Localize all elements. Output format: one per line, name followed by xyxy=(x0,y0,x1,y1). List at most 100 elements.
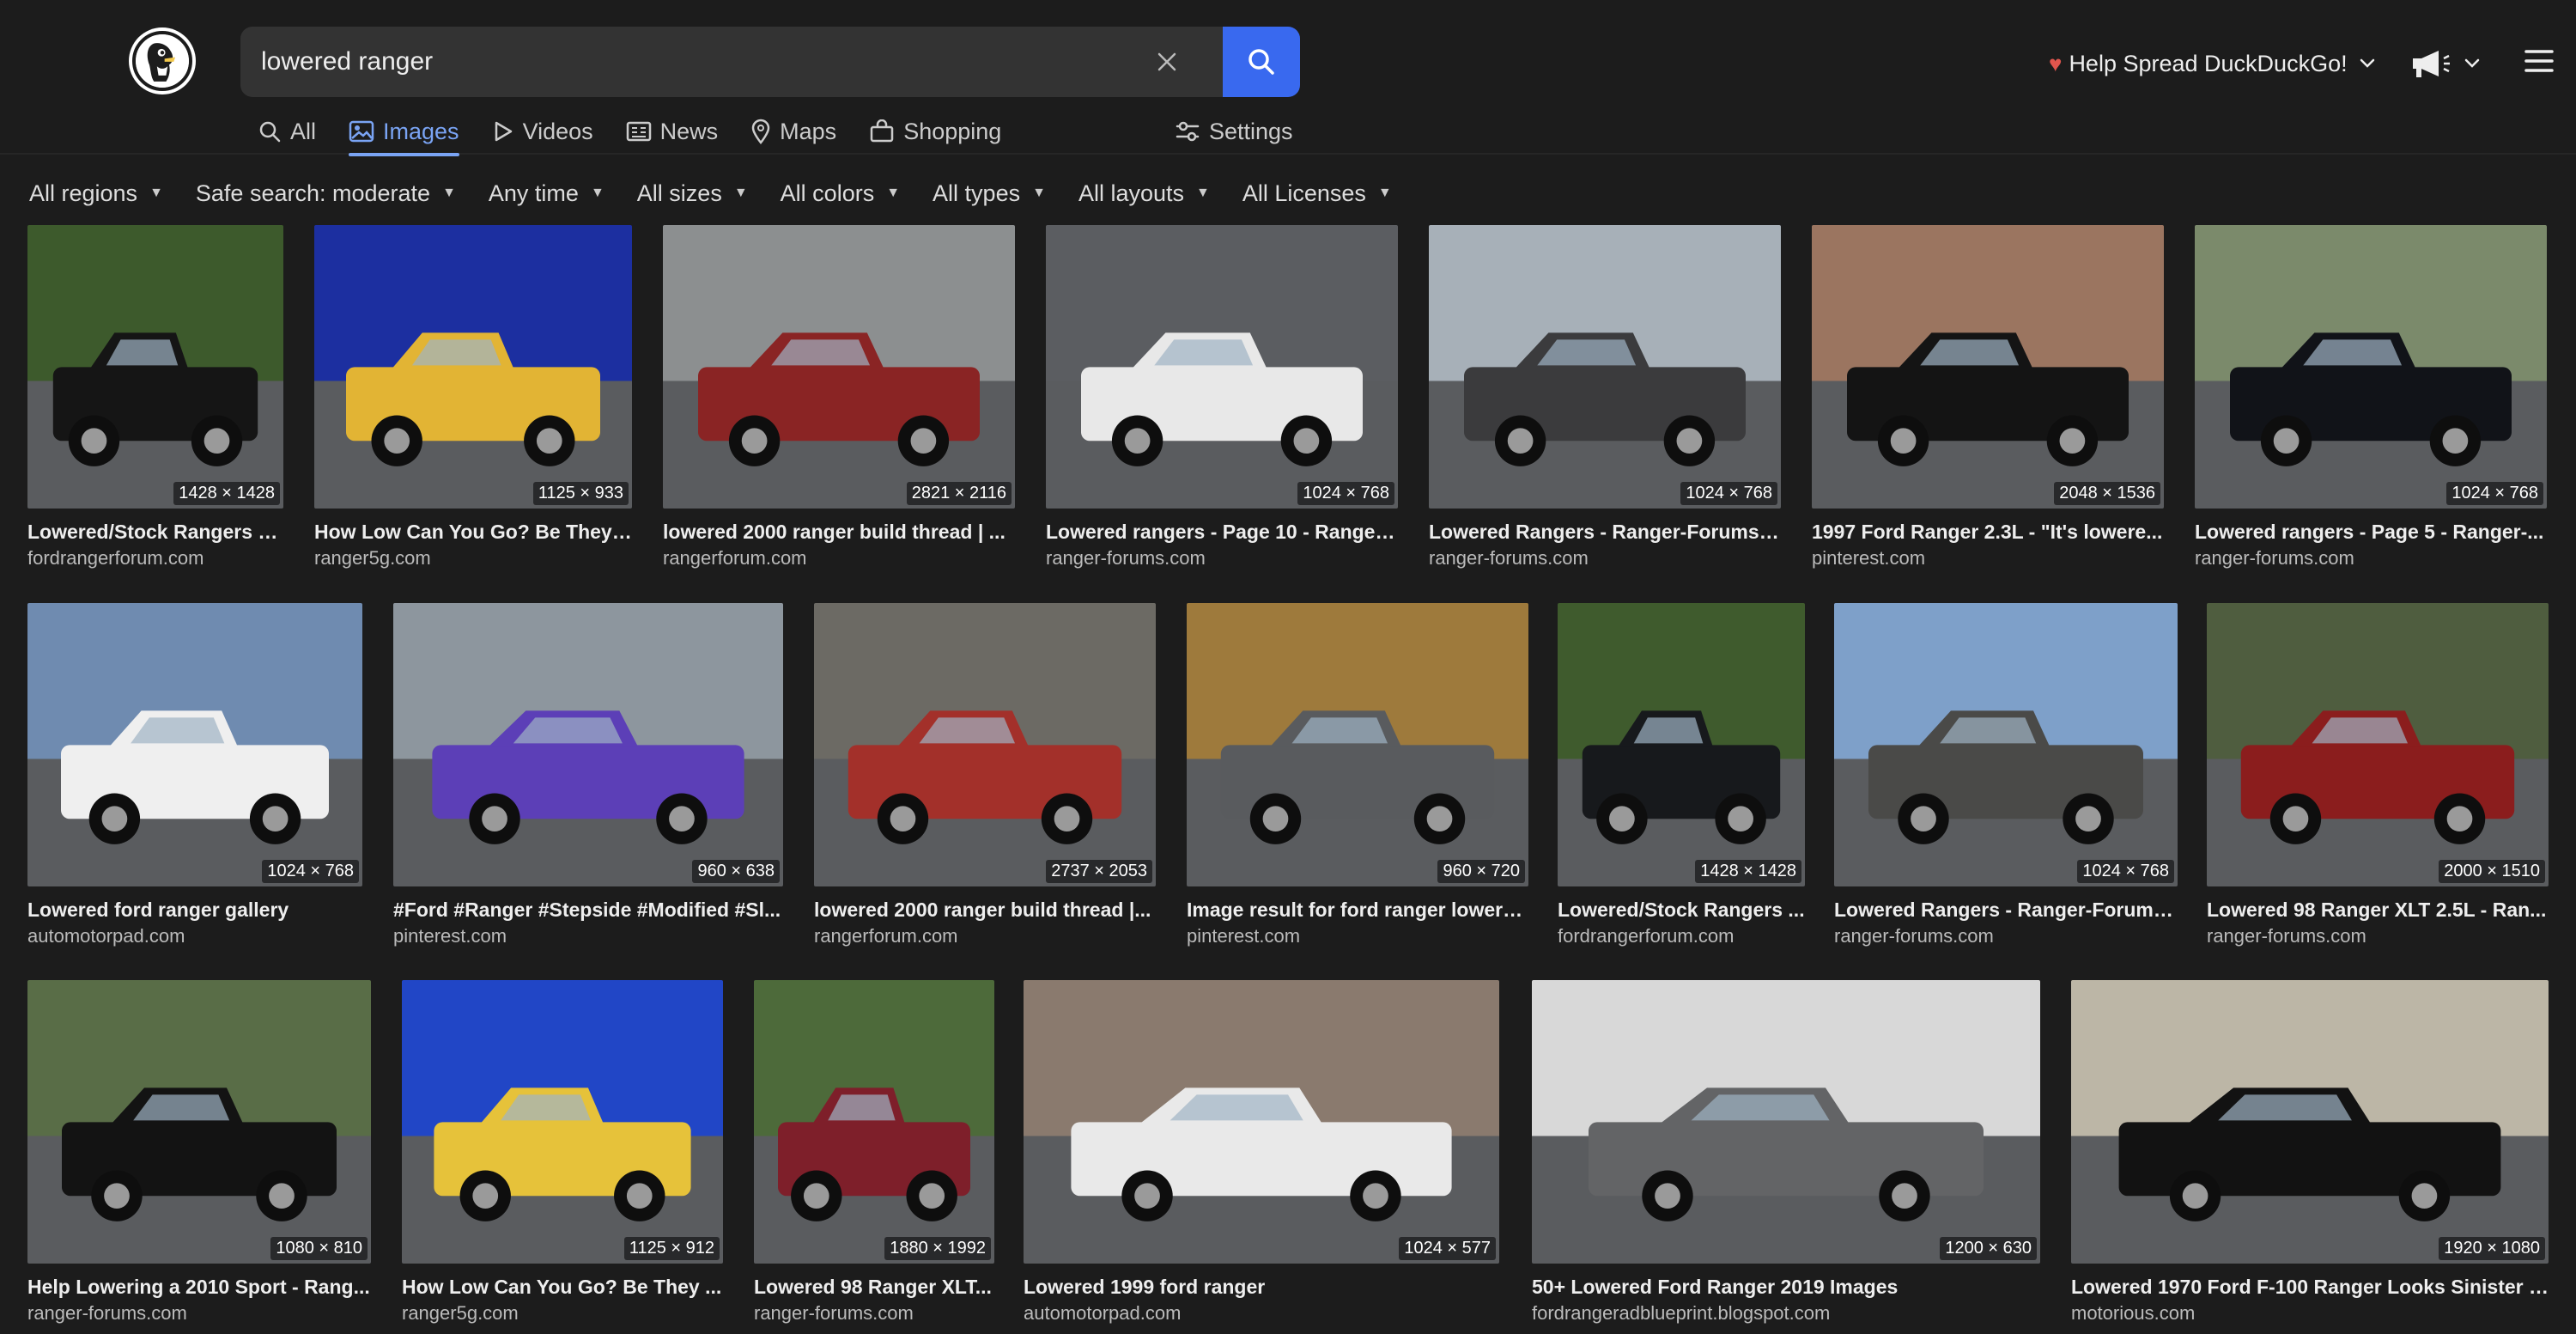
result-thumbnail[interactable]: 1024 × 577 xyxy=(1024,980,1499,1264)
tab-news[interactable]: News xyxy=(626,112,718,151)
image-result[interactable]: 1428 × 1428 Lowered/Stock Rangers ... ford… xyxy=(1558,603,1805,947)
result-title[interactable]: Lowered Rangers - Ranger-Forums -... xyxy=(1429,521,1781,544)
result-title[interactable]: lowered 2000 ranger build thread | ... xyxy=(663,521,1015,544)
result-thumbnail[interactable]: 1428 × 1428 xyxy=(27,225,283,509)
result-title[interactable]: How Low Can You Go? Be They ... xyxy=(402,1276,723,1299)
result-domain[interactable]: rangerforum.com xyxy=(663,547,1015,570)
result-thumbnail[interactable]: 1024 × 768 xyxy=(1429,225,1781,509)
duckduckgo-logo[interactable] xyxy=(132,31,192,91)
image-result[interactable]: 1428 × 1428 Lowered/Stock Rangers o... for… xyxy=(27,225,283,570)
image-result[interactable]: 1880 × 1992 Lowered 98 Ranger XLT... range… xyxy=(754,980,994,1325)
result-thumbnail[interactable]: 960 × 638 xyxy=(393,603,783,886)
search-button[interactable] xyxy=(1223,27,1300,97)
image-result[interactable]: 2000 × 1510 Lowered 98 Ranger XLT 2.5L - … xyxy=(2207,603,2549,947)
result-domain[interactable]: ranger-forums.com xyxy=(754,1302,994,1325)
result-thumbnail[interactable]: 1024 × 768 xyxy=(1834,603,2178,886)
result-title[interactable]: Lowered rangers - Page 5 - Ranger-... xyxy=(2195,521,2547,544)
result-domain[interactable]: rangerforum.com xyxy=(814,925,1156,947)
tab-images[interactable]: Images xyxy=(349,112,459,156)
result-thumbnail[interactable]: 1080 × 810 xyxy=(27,980,371,1264)
result-domain[interactable]: ranger5g.com xyxy=(402,1302,723,1325)
result-thumbnail[interactable]: 1024 × 768 xyxy=(2195,225,2547,509)
result-title[interactable]: #Ford #Ranger #Stepside #Modified #Sl... xyxy=(393,898,783,922)
tab-all[interactable]: All xyxy=(258,112,316,151)
tab-maps[interactable]: Maps xyxy=(750,112,836,151)
result-domain[interactable]: ranger-forums.com xyxy=(27,1302,371,1325)
filter-sizes[interactable]: All sizes ▼ xyxy=(637,180,748,207)
result-domain[interactable]: pinterest.com xyxy=(1187,925,1528,947)
result-title[interactable]: How Low Can You Go? Be They ... xyxy=(314,521,632,544)
result-domain[interactable]: ranger-forums.com xyxy=(1834,925,2178,947)
result-thumbnail[interactable]: 1125 × 933 xyxy=(314,225,632,509)
image-result[interactable]: 2821 × 2116 lowered 2000 ranger build thr… xyxy=(663,225,1015,570)
image-result[interactable]: 1920 × 1080 Lowered 1970 Ford F-100 Range… xyxy=(2071,980,2549,1325)
result-thumbnail[interactable]: 1024 × 768 xyxy=(27,603,362,886)
result-thumbnail[interactable]: 960 × 720 xyxy=(1187,603,1528,886)
result-thumbnail[interactable]: 2821 × 2116 xyxy=(663,225,1015,509)
result-title[interactable]: Lowered rangers - Page 10 - Ranger-... xyxy=(1046,521,1398,544)
result-thumbnail[interactable]: 2048 × 1536 xyxy=(1812,225,2164,509)
clear-search-button[interactable] xyxy=(1137,27,1197,97)
image-result[interactable]: 960 × 638 #Ford #Ranger #Stepside #Modifi… xyxy=(393,603,783,947)
image-result[interactable]: 1080 × 810 Help Lowering a 2010 Sport - R… xyxy=(27,980,371,1325)
image-result[interactable]: 1024 × 577 Lowered 1999 ford ranger automo… xyxy=(1024,980,1499,1325)
filter-colors[interactable]: All colors ▼ xyxy=(781,180,900,207)
result-title[interactable]: Lowered Rangers - Ranger-Forums... xyxy=(1834,898,2178,922)
result-domain[interactable]: pinterest.com xyxy=(1812,547,2164,570)
search-input[interactable] xyxy=(240,27,1223,97)
image-result[interactable]: 1024 × 768 Lowered Rangers - Ranger-Forum… xyxy=(1834,603,2178,947)
result-domain[interactable]: pinterest.com xyxy=(393,925,783,947)
tab-shopping[interactable]: Shopping xyxy=(869,112,1001,151)
filter-layouts[interactable]: All layouts ▼ xyxy=(1078,180,1210,207)
promo-menu[interactable]: ♥ Help Spread DuckDuckGo! xyxy=(2049,43,2375,84)
result-domain[interactable]: ranger-forums.com xyxy=(1429,547,1781,570)
filter-regions[interactable]: All regions ▼ xyxy=(29,180,163,207)
image-result[interactable]: 1024 × 768 Lowered rangers - Page 10 - Ra… xyxy=(1046,225,1398,570)
result-domain[interactable]: motorious.com xyxy=(2071,1302,2549,1325)
result-title[interactable]: Image result for ford ranger lowere... xyxy=(1187,898,1528,922)
result-domain[interactable]: fordrangerforum.com xyxy=(27,547,283,570)
result-title[interactable]: 50+ Lowered Ford Ranger 2019 Images xyxy=(1532,1276,2040,1299)
settings-button[interactable]: Settings xyxy=(1175,112,1293,151)
result-title[interactable]: lowered 2000 ranger build thread |... xyxy=(814,898,1156,922)
result-domain[interactable]: ranger-forums.com xyxy=(2195,547,2547,570)
result-title[interactable]: Lowered 98 Ranger XLT... xyxy=(754,1276,994,1299)
result-domain[interactable]: ranger-forums.com xyxy=(2207,925,2549,947)
result-thumbnail[interactable]: 1200 × 630 xyxy=(1532,980,2040,1264)
tab-videos[interactable]: Videos xyxy=(492,112,593,151)
result-title[interactable]: Lowered 1970 Ford F-100 Ranger Looks Sin… xyxy=(2071,1276,2549,1299)
image-result[interactable]: 1125 × 933 How Low Can You Go? Be They ..… xyxy=(314,225,632,570)
image-result[interactable]: 1024 × 768 Lowered rangers - Page 5 - Ran… xyxy=(2195,225,2547,570)
result-thumbnail[interactable]: 1024 × 768 xyxy=(1046,225,1398,509)
result-thumbnail[interactable]: 1920 × 1080 xyxy=(2071,980,2549,1264)
image-result[interactable]: 1200 × 630 50+ Lowered Ford Ranger 2019 I… xyxy=(1532,980,2040,1325)
image-result[interactable]: 2048 × 1536 1997 Ford Ranger 2.3L - "It's… xyxy=(1812,225,2164,570)
result-thumbnail[interactable]: 2000 × 1510 xyxy=(2207,603,2549,886)
result-title[interactable]: Lowered 98 Ranger XLT 2.5L - Ran... xyxy=(2207,898,2549,922)
result-title[interactable]: Lowered 1999 ford ranger xyxy=(1024,1276,1499,1299)
filter-time[interactable]: Any time ▼ xyxy=(489,180,605,207)
filter-licenses[interactable]: All Licenses ▼ xyxy=(1242,180,1392,207)
result-thumbnail[interactable]: 1880 × 1992 xyxy=(754,980,994,1264)
announcements-menu[interactable] xyxy=(2409,46,2487,81)
result-title[interactable]: 1997 Ford Ranger 2.3L - "It's lowere... xyxy=(1812,521,2164,544)
image-result[interactable]: 2737 × 2053 lowered 2000 ranger build thr… xyxy=(814,603,1156,947)
result-domain[interactable]: automotorpad.com xyxy=(1024,1302,1499,1325)
image-result[interactable]: 1024 × 768 Lowered ford ranger gallery aut… xyxy=(27,603,362,947)
image-result[interactable]: 960 × 720 Image result for ford ranger lo… xyxy=(1187,603,1528,947)
result-domain[interactable]: automotorpad.com xyxy=(27,925,362,947)
result-title[interactable]: Lowered ford ranger gallery xyxy=(27,898,362,922)
result-thumbnail[interactable]: 2737 × 2053 xyxy=(814,603,1156,886)
result-thumbnail[interactable]: 1125 × 912 xyxy=(402,980,723,1264)
result-domain[interactable]: ranger-forums.com xyxy=(1046,547,1398,570)
result-domain[interactable]: ranger5g.com xyxy=(314,547,632,570)
result-title[interactable]: Lowered/Stock Rangers o... xyxy=(27,521,283,544)
hamburger-menu-icon[interactable] xyxy=(2524,48,2554,74)
filter-types[interactable]: All types ▼ xyxy=(933,180,1046,207)
result-thumbnail[interactable]: 1428 × 1428 xyxy=(1558,603,1805,886)
result-domain[interactable]: fordrangeradblueprint.blogspot.com xyxy=(1532,1302,2040,1325)
image-result[interactable]: 1125 × 912 How Low Can You Go? Be They ..… xyxy=(402,980,723,1325)
image-result[interactable]: 1024 × 768 Lowered Rangers - Ranger-Forum… xyxy=(1429,225,1781,570)
result-domain[interactable]: fordrangerforum.com xyxy=(1558,925,1805,947)
result-title[interactable]: Lowered/Stock Rangers ... xyxy=(1558,898,1805,922)
